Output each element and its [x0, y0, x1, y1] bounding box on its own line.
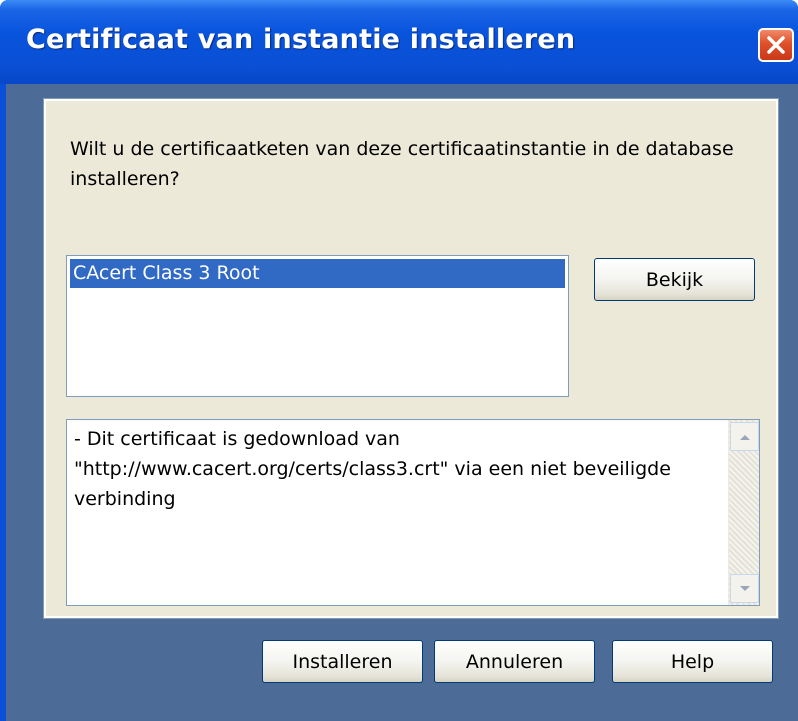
- scroll-up-arrow-icon: [739, 434, 750, 440]
- dialog-client-area: Wilt u de certificaatketen van deze cert…: [6, 84, 798, 721]
- certificate-details-text: - Dit certificaat is gedownload van "htt…: [74, 428, 671, 510]
- certificate-list[interactable]: CAcert Class 3 Root: [66, 255, 569, 397]
- details-scrollbar[interactable]: [728, 420, 759, 605]
- dialog-window: Certificaat van instantie installeren Wi…: [0, 0, 798, 721]
- window-title: Certificaat van instantie installeren: [26, 24, 576, 55]
- close-icon: [767, 36, 785, 54]
- content-panel: Wilt u de certificaatketen van deze cert…: [44, 99, 778, 618]
- cancel-button[interactable]: Annuleren: [434, 640, 595, 683]
- close-button[interactable]: [758, 28, 794, 62]
- scroll-down-button[interactable]: [730, 574, 759, 603]
- title-bar[interactable]: Certificaat van instantie installeren: [0, 0, 798, 84]
- certificate-list-item[interactable]: CAcert Class 3 Root: [70, 259, 565, 288]
- certificate-details-box[interactable]: - Dit certificaat is gedownload van "htt…: [66, 419, 760, 606]
- scroll-down-arrow-icon: [739, 585, 750, 591]
- install-button[interactable]: Installeren: [262, 640, 423, 683]
- scroll-up-button[interactable]: [730, 422, 759, 451]
- install-prompt: Wilt u de certificaatketen van deze cert…: [70, 138, 734, 190]
- help-button[interactable]: Help: [612, 640, 773, 683]
- view-button[interactable]: Bekijk: [594, 258, 755, 301]
